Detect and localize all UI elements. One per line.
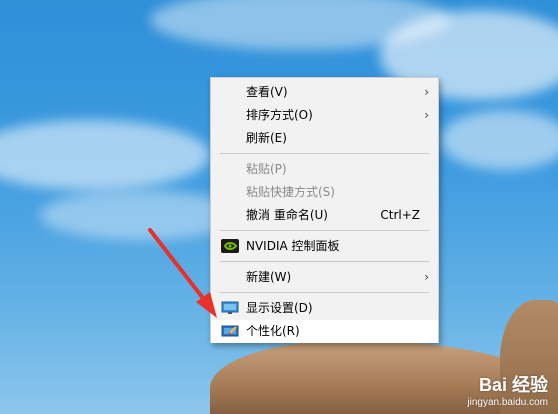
menu-item-refresh[interactable]: 刷新(E) [211,127,438,150]
menu-item-label: 显示设置(D) [246,301,313,315]
menu-item-personalize[interactable]: 个性化(R) [211,320,438,343]
display-settings-icon [221,301,239,314]
cloud [0,120,210,190]
cloud [440,110,558,170]
menu-item-undo-rename[interactable]: 撤消 重命名(U) Ctrl+Z [211,204,438,227]
baidu-jingyan-watermark: Bai 经验 jingyan.baidu.com [467,371,548,408]
menu-separator [220,261,429,262]
menu-item-shortcut: Ctrl+Z [380,208,420,222]
watermark-brand: Bai 经验 [478,375,548,395]
menu-item-label: NVIDIA 控制面板 [246,239,340,253]
menu-item-nvidia-control-panel[interactable]: NVIDIA 控制面板 [211,235,438,258]
watermark-url: jingyan.baidu.com [467,397,548,408]
menu-item-sort-by[interactable]: 排序方式(O) › [211,104,438,127]
chevron-right-icon: › [424,85,429,99]
menu-item-label: 粘贴快捷方式(S) [246,185,335,199]
menu-item-label: 粘贴(P) [246,162,287,176]
menu-item-label: 刷新(E) [246,131,287,145]
menu-separator [220,292,429,293]
nvidia-icon [221,239,239,253]
chevron-right-icon: › [424,108,429,122]
menu-item-label: 撤消 重命名(U) [246,208,328,222]
menu-item-label: 排序方式(O) [246,108,313,122]
menu-item-paste: 粘贴(P) [211,158,438,181]
menu-item-display-settings[interactable]: 显示设置(D) [211,297,438,320]
chevron-right-icon: › [424,270,429,284]
menu-item-paste-shortcut: 粘贴快捷方式(S) [211,181,438,204]
menu-item-label: 新建(W) [246,270,292,284]
menu-item-view[interactable]: 查看(V) › [211,81,438,104]
personalize-icon [221,325,239,337]
menu-item-label: 个性化(R) [246,324,300,338]
menu-separator [220,230,429,231]
menu-item-label: 查看(V) [246,85,288,99]
menu-item-new[interactable]: 新建(W) › [211,266,438,289]
desktop-context-menu: 查看(V) › 排序方式(O) › 刷新(E) 粘贴(P) 粘贴快捷方式(S) … [210,77,439,343]
menu-separator [220,153,429,154]
